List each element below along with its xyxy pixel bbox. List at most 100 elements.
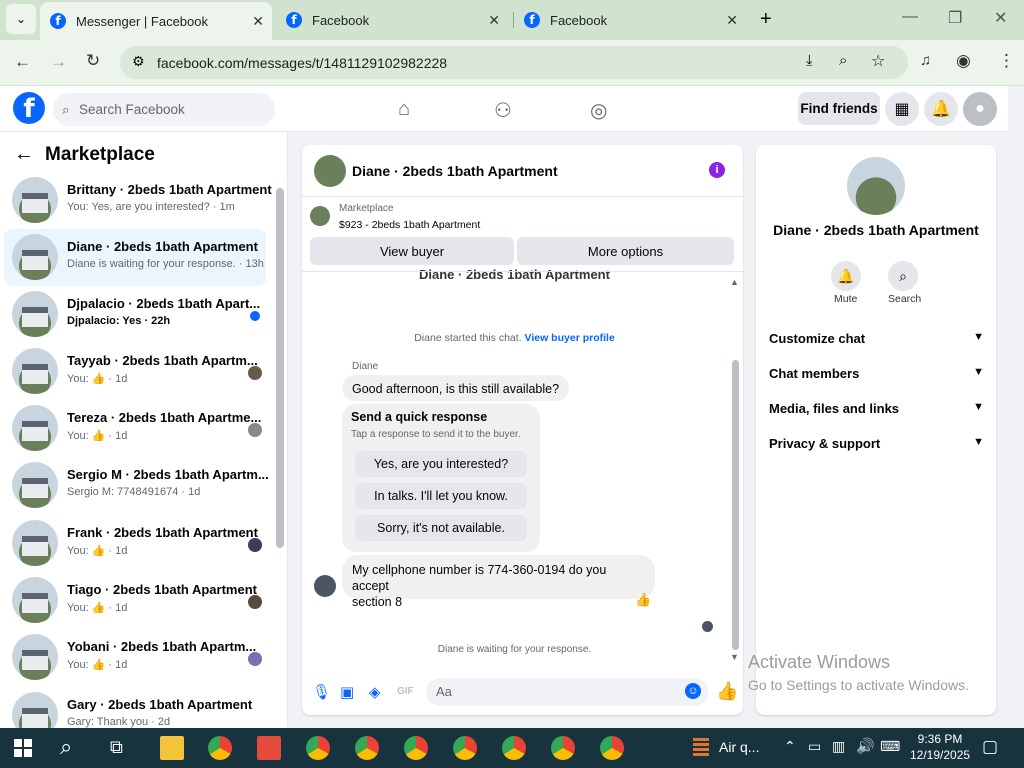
chat-avatar[interactable]: [314, 155, 346, 187]
reload-icon[interactable]: ↻: [86, 51, 100, 71]
tab-facebook-1[interactable]: f Facebook ✕: [276, 0, 508, 40]
notifications-bell-icon[interactable]: 🔔: [924, 92, 958, 126]
chrome-icon[interactable]: [551, 736, 575, 760]
conversation-item[interactable]: Djpalacio · 2beds 1bath Apart... Djpalac…: [4, 286, 266, 343]
chat-list-scrollbar[interactable]: [276, 188, 284, 548]
groups-icon[interactable]: ◎: [590, 98, 607, 123]
privacy-support-row[interactable]: Privacy & support ▼: [769, 436, 984, 451]
conversation-item[interactable]: Tayyab · 2beds 1bath Apartm... You: 👍 · …: [4, 343, 266, 400]
url-text: facebook.com/messages/t/1481129102982228: [157, 55, 448, 71]
conversation-item[interactable]: Tereza · 2beds 1bath Apartme... You: 👍 ·…: [4, 400, 266, 457]
scroll-up-arrow-icon[interactable]: ▲: [730, 277, 739, 287]
account-avatar[interactable]: ●: [963, 92, 997, 126]
notifications-icon[interactable]: ▢: [982, 737, 998, 757]
facebook-logo-icon[interactable]: f: [13, 92, 45, 124]
emoji-icon[interactable]: ☺: [685, 683, 701, 699]
air-quality-icon[interactable]: [693, 738, 709, 758]
close-window-icon[interactable]: ✕: [994, 8, 1007, 28]
restore-icon[interactable]: ❐: [948, 8, 962, 28]
chrome-icon[interactable]: [600, 736, 624, 760]
close-tab-icon[interactable]: ✕: [726, 12, 738, 29]
chrome-icon[interactable]: [453, 736, 477, 760]
home-icon[interactable]: ⌂: [398, 98, 410, 121]
taskbar-clock[interactable]: 9:36 PM 12/19/2025: [910, 731, 970, 763]
app-icon[interactable]: [257, 736, 281, 760]
chrome-icon[interactable]: [208, 736, 232, 760]
seen-avatar: [248, 652, 262, 666]
unread-dot-icon: [250, 311, 260, 321]
minimize-icon[interactable]: —: [902, 8, 918, 26]
meet-now-icon[interactable]: ▭: [808, 738, 821, 755]
address-bar[interactable]: ⚙ facebook.com/messages/t/14811291029822…: [120, 46, 908, 79]
tab-title: Facebook: [312, 12, 370, 28]
media-control-icon[interactable]: ♫: [920, 52, 931, 69]
quick-response-button[interactable]: In talks. I'll let you know.: [355, 483, 527, 509]
tab-title: Messenger | Facebook: [76, 13, 208, 29]
conversation-info-icon[interactable]: i: [709, 162, 725, 178]
air-quality-label[interactable]: Air q...: [719, 739, 759, 755]
conversation-item[interactable]: Tiago · 2beds 1bath Apartment You: 👍 · 1…: [4, 572, 266, 629]
close-tab-icon[interactable]: ✕: [252, 13, 264, 30]
volume-icon[interactable]: 🔊: [856, 737, 875, 755]
chat-scrollbar[interactable]: [732, 360, 739, 650]
close-tab-icon[interactable]: ✕: [488, 12, 500, 29]
conversation-item[interactable]: Sergio M · 2beds 1bath Apartm... Sergio …: [4, 457, 269, 514]
sticker-icon[interactable]: ◈: [369, 683, 381, 701]
tab-messenger[interactable]: f Messenger | Facebook ✕: [40, 2, 272, 40]
microphone-icon[interactable]: 🎙: [312, 683, 331, 701]
forward-icon[interactable]: →: [50, 52, 67, 72]
find-friends-button[interactable]: Find friends: [798, 92, 880, 125]
install-app-icon[interactable]: ⤓: [806, 52, 813, 69]
row-label: Media, files and links: [769, 401, 900, 416]
activate-windows-subtitle: Go to Settings to activate Windows.: [748, 677, 969, 693]
task-view-icon[interactable]: ⧉: [110, 737, 123, 758]
network-icon[interactable]: ▥: [832, 738, 845, 755]
mute-bell-icon[interactable]: 🔔: [831, 261, 861, 291]
profile-icon[interactable]: ◉: [956, 51, 971, 71]
chrome-icon[interactable]: [306, 736, 330, 760]
show-hidden-icons-icon[interactable]: ⌃: [784, 738, 796, 755]
conversation-item[interactable]: Gary · 2beds 1bath Apartment Gary: Thank…: [4, 687, 266, 728]
conversation-item[interactable]: Frank · 2beds 1bath Apartment You: 👍 · 1…: [4, 515, 266, 572]
conversation-item-selected[interactable]: Diane · 2beds 1bath Apartment Diane is w…: [4, 229, 266, 286]
tab-search-dropdown-icon[interactable]: ⌄: [6, 4, 36, 34]
like-thumb-icon[interactable]: 👍: [716, 681, 738, 702]
customize-chat-row[interactable]: Customize chat ▼: [769, 331, 984, 346]
chrome-icon[interactable]: [502, 736, 526, 760]
keyboard-icon[interactable]: ⌨: [880, 738, 900, 755]
taskbar-search-icon[interactable]: ⌕: [60, 734, 72, 760]
bookmark-star-icon[interactable]: ☆: [871, 51, 885, 71]
listing-avatar: [12, 177, 58, 223]
tab-facebook-2[interactable]: f Facebook ✕: [514, 0, 746, 40]
friends-icon[interactable]: ⚇: [494, 98, 512, 123]
view-buyer-profile-link[interactable]: View buyer profile: [525, 332, 615, 344]
back-icon[interactable]: ←: [14, 52, 31, 72]
conversation-item[interactable]: Yobani · 2beds 1bath Apartm... You: 👍 · …: [4, 629, 266, 686]
conversation-item[interactable]: Brittany · 2beds 1bath Apartment You: Ye…: [4, 172, 272, 229]
site-info-icon[interactable]: ⚙: [132, 53, 145, 70]
file-explorer-icon[interactable]: [160, 736, 184, 760]
chrome-icon[interactable]: [355, 736, 379, 760]
zoom-icon[interactable]: ⌕: [839, 52, 847, 69]
search-facebook-input[interactable]: ⌕ Search Facebook: [53, 93, 275, 126]
chat-members-row[interactable]: Chat members ▼: [769, 366, 984, 381]
new-tab-icon[interactable]: +: [760, 8, 772, 31]
menu-grid-icon[interactable]: ▦: [885, 92, 919, 126]
back-arrow-icon[interactable]: ←: [14, 143, 34, 166]
view-buyer-button[interactable]: View buyer: [310, 237, 514, 265]
clock-time: 9:36 PM: [917, 732, 963, 746]
more-options-button[interactable]: More options: [517, 237, 734, 265]
scroll-down-arrow-icon[interactable]: ▼: [730, 652, 739, 662]
message-input[interactable]: Aa: [426, 678, 708, 706]
media-files-links-row[interactable]: Media, files and links ▼: [769, 401, 984, 416]
chat-title[interactable]: Diane · 2beds 1bath Apartment: [352, 163, 558, 179]
search-icon[interactable]: ⌕: [888, 261, 918, 291]
quick-response-button[interactable]: Yes, are you interested?: [355, 451, 527, 477]
conversation-name: Gary · 2beds 1bath Apartment: [67, 697, 253, 712]
browser-menu-icon[interactable]: ⋮: [998, 51, 1015, 71]
gif-icon[interactable]: GIF: [397, 686, 414, 697]
windows-start-icon[interactable]: [14, 739, 32, 757]
quick-response-button[interactable]: Sorry, it's not available.: [355, 515, 527, 541]
chrome-icon[interactable]: [404, 736, 428, 760]
photo-icon[interactable]: ▣: [340, 683, 354, 701]
